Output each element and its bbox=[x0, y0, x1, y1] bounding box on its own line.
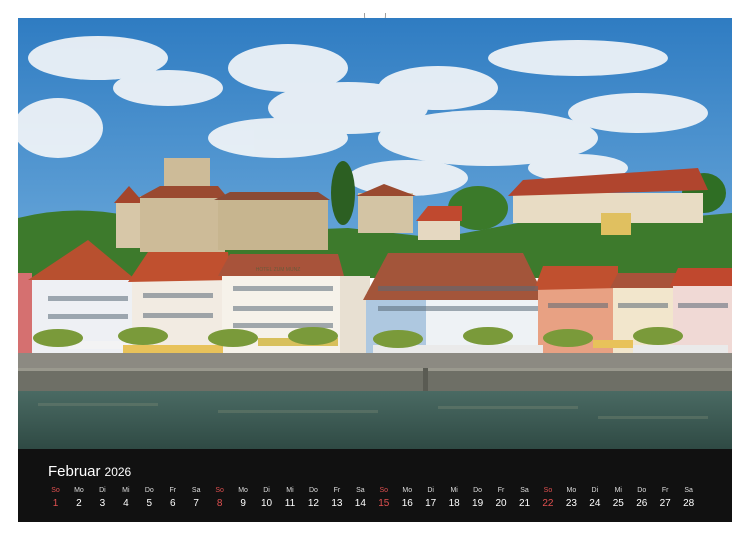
day-cell: Do 5 bbox=[138, 486, 161, 511]
day-cell: So 8 bbox=[208, 486, 231, 511]
day-cell: Di 3 bbox=[91, 486, 114, 511]
day-number: 20 bbox=[495, 498, 507, 509]
hotel-sign: HOTEL ZUM MUNZ bbox=[256, 267, 301, 273]
weekday-label: So bbox=[543, 487, 553, 494]
weekday-label: Sa bbox=[191, 487, 201, 494]
day-cell: Fr 27 bbox=[654, 486, 677, 511]
day-cell: Di 10 bbox=[255, 486, 278, 511]
weekday-label: Fr bbox=[169, 487, 177, 494]
day-number: 4 bbox=[123, 498, 129, 509]
weekday-label: Di bbox=[427, 487, 434, 494]
day-number: 28 bbox=[683, 498, 695, 509]
weekday-label: Sa bbox=[684, 487, 693, 494]
day-cell: Do 19 bbox=[466, 486, 489, 511]
weekday-label: Di bbox=[263, 487, 270, 494]
day-cell: Di 17 bbox=[419, 486, 442, 511]
day-number: 13 bbox=[331, 498, 343, 509]
day-number: 21 bbox=[518, 498, 531, 509]
day-number: 7 bbox=[193, 498, 199, 509]
weekday-label: So bbox=[215, 487, 224, 494]
day-number: 16 bbox=[401, 498, 413, 509]
day-number: 25 bbox=[612, 498, 624, 509]
day-number: 19 bbox=[472, 498, 484, 509]
weekday-label: Sa bbox=[520, 487, 529, 494]
day-number: 6 bbox=[169, 498, 176, 509]
day-cell: Mo 9 bbox=[232, 486, 255, 511]
weekday-label: Mo bbox=[238, 487, 248, 494]
day-number: 8 bbox=[216, 498, 223, 509]
weekday-label: Mi bbox=[122, 487, 130, 494]
calendar-strip: Februar 2026 So 1 Mo 2 Di 3 Mi 4 Do 5 Fr 6 Sa 7 So 8 Mo 9 D… bbox=[18, 449, 732, 522]
weekday-label: Mi bbox=[286, 487, 294, 494]
weekday-label: So bbox=[51, 487, 60, 494]
day-cell: Mi 4 bbox=[114, 486, 137, 511]
day-number: 15 bbox=[378, 498, 390, 509]
weekday-label: Do bbox=[144, 487, 154, 494]
day-cell: Do 12 bbox=[302, 486, 325, 511]
day-number: 1 bbox=[52, 498, 59, 509]
day-cell: Fr 13 bbox=[325, 486, 348, 511]
day-number: 11 bbox=[284, 498, 296, 509]
weekday-label: Sa bbox=[356, 487, 365, 494]
day-number: 2 bbox=[76, 498, 82, 509]
day-cell: Sa 7 bbox=[185, 486, 208, 511]
day-cell: So 22 bbox=[536, 486, 559, 511]
calendar-page: HOTEL ZUM MUNZ Februar 2026 So 1 Mo 2 Di… bbox=[0, 0, 750, 540]
day-number: 5 bbox=[146, 498, 153, 509]
month-title: Februar 2026 bbox=[48, 463, 131, 480]
day-number: 3 bbox=[99, 498, 106, 509]
day-cell: Sa 14 bbox=[349, 486, 372, 511]
day-number: 12 bbox=[307, 498, 319, 509]
day-number: 18 bbox=[448, 498, 460, 509]
day-number: 24 bbox=[589, 498, 601, 509]
day-cell: Mo 2 bbox=[67, 486, 90, 511]
day-number: 14 bbox=[354, 498, 366, 509]
day-cell: Mi 11 bbox=[279, 486, 302, 511]
weekday-label: So bbox=[379, 487, 389, 494]
weekday-label: Do bbox=[473, 487, 483, 494]
day-number: 17 bbox=[425, 498, 437, 509]
weekday-label: Mo bbox=[402, 487, 413, 494]
day-number: 23 bbox=[565, 498, 577, 509]
weekday-label: Fr bbox=[333, 487, 341, 494]
day-cell: Di 24 bbox=[583, 486, 606, 511]
day-cell: So 1 bbox=[44, 486, 67, 511]
day-cell: Sa 28 bbox=[677, 486, 700, 511]
lakeside-town-photo: HOTEL ZUM MUNZ bbox=[18, 18, 732, 449]
day-cell: Fr 6 bbox=[161, 486, 184, 511]
day-cell: Do 26 bbox=[630, 486, 653, 511]
weekday-label: Fr bbox=[497, 487, 505, 494]
day-cell: Sa 21 bbox=[513, 486, 536, 511]
weekday-label: Do bbox=[308, 487, 318, 494]
day-number: 27 bbox=[659, 498, 671, 509]
weekday-label: Mi bbox=[450, 487, 458, 494]
weekday-label: Mo bbox=[74, 487, 84, 494]
weekday-label: Di bbox=[99, 487, 106, 494]
weekday-label: Di bbox=[591, 487, 599, 494]
day-cell: Mi 25 bbox=[607, 486, 630, 511]
day-cell: Fr 20 bbox=[490, 486, 513, 511]
day-number: 22 bbox=[542, 498, 554, 509]
day-cell: Mi 18 bbox=[443, 486, 466, 511]
weekday-label: Mi bbox=[614, 487, 622, 494]
year: 2026 bbox=[104, 465, 132, 479]
weekday-label: Do bbox=[637, 487, 647, 494]
day-grid: So 1 Mo 2 Di 3 Mi 4 Do 5 Fr 6 Sa 7 So 8 Mo 9 Di 10 Mi 11 Do 12 F… bbox=[44, 486, 716, 516]
day-cell: So 15 bbox=[372, 486, 395, 511]
month-name: Februar bbox=[48, 463, 101, 480]
day-number: 26 bbox=[636, 498, 648, 509]
day-cell: Mo 23 bbox=[560, 486, 583, 511]
day-cell: Mo 16 bbox=[396, 486, 419, 511]
day-number: 9 bbox=[240, 498, 246, 509]
weekday-label: Mo bbox=[566, 487, 577, 494]
weekday-label: Fr bbox=[661, 487, 669, 494]
day-number: 10 bbox=[260, 498, 273, 509]
